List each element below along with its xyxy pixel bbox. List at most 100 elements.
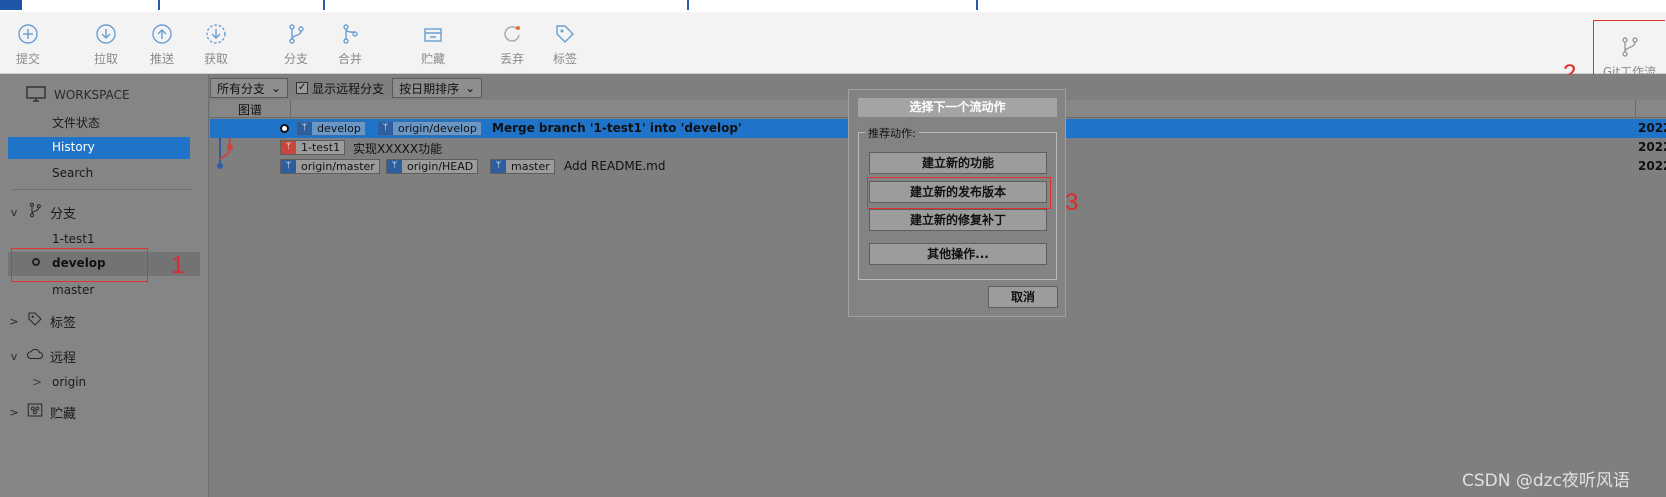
commit-date: 2022 <box>1638 140 1666 154</box>
column-separator <box>1635 100 1636 118</box>
commit-date: 2022 <box>1638 121 1666 135</box>
strip-mark <box>976 0 978 10</box>
discard-label: 丢弃 <box>499 52 524 66</box>
branch-icon: ᛘ <box>281 160 296 173</box>
top-strip <box>0 0 1666 12</box>
tag-label: origin/HEAD <box>407 160 474 173</box>
commit-button[interactable]: 提交 <box>0 22 56 67</box>
cloud-icon <box>26 345 44 367</box>
annotation-3: 3 <box>1065 189 1079 216</box>
commit-message: Add README.md <box>564 159 666 173</box>
stash-icon <box>26 401 44 423</box>
workspace-header: WORKSPACE <box>26 85 130 105</box>
toolbar: 提交 拉取 推送 获取 分支 合并 贮藏 丢弃 标签 Git工作流 <box>0 12 1666 82</box>
stash-button[interactable]: 贮藏 <box>405 22 461 67</box>
tag-label: master <box>511 160 550 173</box>
group-label: 推荐动作: <box>865 125 919 141</box>
branch-tag[interactable]: ᛘ 1-test1 <box>280 140 346 155</box>
stash-label: 贮藏 <box>420 52 445 66</box>
head-icon <box>280 124 289 133</box>
tag-icon <box>26 310 44 332</box>
merge-button[interactable]: 合并 <box>322 22 378 67</box>
sidebar-branch-1-test1[interactable]: 1-test1 <box>52 229 95 249</box>
branch-label: 分支 <box>283 52 308 66</box>
fetch-button[interactable]: 获取 <box>188 22 244 67</box>
sidebar-branch-master[interactable]: master <box>52 280 94 300</box>
tag-label: origin/develop <box>398 122 477 135</box>
sidebar-item-history[interactable]: History <box>8 137 190 159</box>
fetch-label: 获取 <box>203 52 228 66</box>
branch-icon <box>26 201 44 223</box>
tag-icon <box>553 22 577 46</box>
chevron-down-icon: ⌄ <box>465 81 476 95</box>
push-button[interactable]: 推送 <box>134 22 190 67</box>
branch-tag[interactable]: ᛘ origin/develop <box>377 121 482 136</box>
branch-tag[interactable]: ᛘ origin/HEAD <box>386 159 479 174</box>
branches-header: 分支 <box>50 206 77 222</box>
remotes-group[interactable]: v 远程 <box>8 345 76 367</box>
pull-label: 拉取 <box>93 52 118 66</box>
chevron-right-icon: > <box>9 314 19 328</box>
divider <box>12 189 192 190</box>
cancel-button[interactable]: 取消 <box>988 286 1058 308</box>
origin-label: origin <box>52 375 87 389</box>
commit-message: Merge branch '1-test1' into 'develop' <box>492 121 742 135</box>
branch-icon: ᛘ <box>491 160 506 173</box>
tag-label: develop <box>317 122 361 135</box>
commit-message: 实现XXXXX功能 <box>353 142 443 156</box>
annotation-1: 1 <box>171 252 185 279</box>
branch-filter-value: 所有分支 <box>217 81 266 96</box>
tag-button[interactable]: 标签 <box>537 22 593 67</box>
pull-button[interactable]: 拉取 <box>78 22 134 67</box>
other-actions-button[interactable]: 其他操作... <box>869 243 1047 265</box>
sidebar-item-file-status[interactable]: 文件状态 <box>52 113 100 133</box>
plus-circle-icon <box>16 22 40 46</box>
annotation-box-3 <box>867 177 1051 209</box>
chevron-down-icon: ⌄ <box>271 81 282 95</box>
column-separator <box>290 100 291 118</box>
show-remote-checkbox[interactable]: ✓ 显示远程分支 <box>296 80 384 97</box>
gitflow-icon <box>1618 35 1642 59</box>
history-label: History <box>52 140 95 154</box>
branch-icon: ᛘ <box>378 122 393 135</box>
stashes-group[interactable]: > 贮藏 <box>8 401 76 423</box>
branch-filter-select[interactable]: 所有分支 ⌄ <box>210 78 289 98</box>
sort-value: 按日期排序 <box>399 81 460 96</box>
watermark: CSDN @dzc夜听风语 <box>1462 471 1630 491</box>
branch-tag[interactable]: ᛘ origin/master <box>280 159 380 174</box>
arrow-down-circle-icon <box>94 22 118 46</box>
new-feature-button[interactable]: 建立新的功能 <box>869 152 1047 174</box>
branch-icon <box>284 22 308 46</box>
chevron-right-icon: > <box>32 375 43 389</box>
dialog-title: 选择下一个流动作 <box>858 98 1057 117</box>
commit-label: 提交 <box>15 52 40 66</box>
branch-tag[interactable]: ᛘ master <box>490 159 555 174</box>
sort-select[interactable]: 按日期排序 ⌄ <box>392 78 483 98</box>
push-label: 推送 <box>149 52 174 66</box>
commit-date: 2022 <box>1638 159 1666 173</box>
workspace-label: WORKSPACE <box>54 88 130 102</box>
remotes-header: 远程 <box>50 350 77 366</box>
branch-tag[interactable]: ᛘ develop <box>296 121 366 136</box>
tag-label: 1-test1 <box>301 141 341 154</box>
discard-button[interactable]: 丢弃 <box>484 22 540 67</box>
sidebar-remote-origin[interactable]: > origin <box>32 372 87 392</box>
discard-icon <box>500 22 524 46</box>
annotation-box-1 <box>11 248 148 282</box>
stashes-header: 贮藏 <box>50 406 77 422</box>
window-corner <box>0 0 22 10</box>
merge-label: 合并 <box>337 52 362 66</box>
gitflow-button[interactable]: Git工作流 <box>1593 20 1665 82</box>
strip-mark <box>323 0 325 10</box>
new-hotfix-button[interactable]: 建立新的修复补丁 <box>869 209 1047 231</box>
tags-header: 标签 <box>50 315 77 331</box>
merge-icon <box>338 22 362 46</box>
filter-bar: 所有分支 ⌄ ✓ 显示远程分支 按日期排序 ⌄ <box>210 77 483 99</box>
branch-button[interactable]: 分支 <box>268 22 324 67</box>
strip-mark <box>687 0 689 10</box>
graph-column-header[interactable]: 图谱 <box>238 101 262 118</box>
branches-group[interactable]: v 分支 <box>8 201 76 223</box>
sidebar-item-search[interactable]: Search <box>52 163 93 183</box>
branch-icon: ᛘ <box>297 122 312 135</box>
tags-group[interactable]: > 标签 <box>8 310 76 332</box>
